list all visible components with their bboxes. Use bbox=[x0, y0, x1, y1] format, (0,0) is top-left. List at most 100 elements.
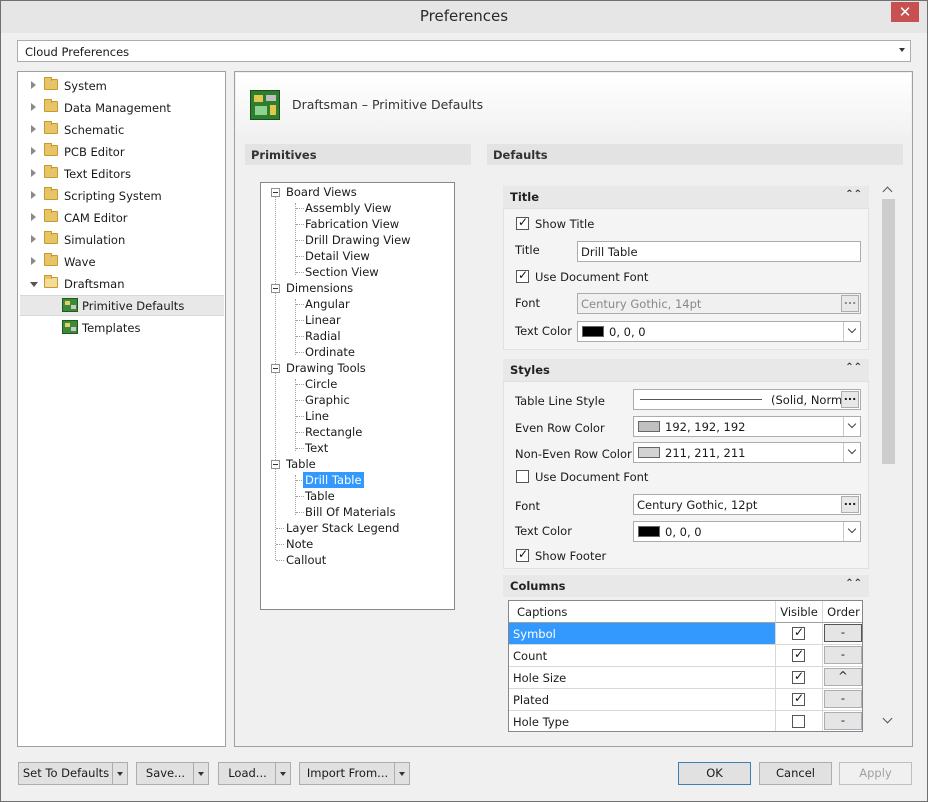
tree-node-radial[interactable]: Radial bbox=[305, 328, 341, 344]
visible-checkbox[interactable] bbox=[792, 625, 805, 640]
nav-item-text-editors[interactable]: Text Editors bbox=[20, 164, 220, 184]
tree-node-board-views[interactable]: Board Views bbox=[286, 184, 357, 200]
nav-item-system[interactable]: System bbox=[20, 76, 220, 96]
nav-item-wave[interactable]: Wave bbox=[20, 252, 220, 272]
visible-checkbox[interactable] bbox=[792, 647, 805, 662]
tree-node-graphic[interactable]: Graphic bbox=[305, 392, 350, 408]
visible-checkbox[interactable] bbox=[792, 691, 805, 706]
tree-node-linear[interactable]: Linear bbox=[305, 312, 341, 328]
order-button[interactable]: - bbox=[824, 624, 862, 642]
visible-checkbox[interactable] bbox=[792, 669, 805, 684]
expand-arrow-icon[interactable] bbox=[31, 169, 36, 177]
collapse-icon[interactable] bbox=[271, 460, 280, 469]
styles-group-header[interactable]: Styles ⌃⌃ bbox=[503, 359, 869, 381]
expand-arrow-icon[interactable] bbox=[31, 191, 36, 199]
tree-node-angular[interactable]: Angular bbox=[305, 296, 350, 312]
collapse-up-icon[interactable]: ⌃⌃ bbox=[845, 189, 862, 200]
collapse-up-icon[interactable]: ⌃⌃ bbox=[845, 362, 862, 373]
ellipsis-button[interactable]: ... bbox=[841, 295, 859, 312]
table-row-caption[interactable]: Symbol bbox=[509, 623, 775, 645]
tree-node-assembly-view[interactable]: Assembly View bbox=[305, 200, 391, 216]
captions-column-header[interactable]: Captions bbox=[509, 601, 775, 623]
title-text-color-dropdown[interactable]: 0, 0, 0 bbox=[577, 321, 861, 342]
chevron-down-icon[interactable] bbox=[843, 322, 860, 341]
nav-item-primitive-defaults[interactable]: Primitive Defaults bbox=[20, 296, 220, 316]
collapse-up-icon[interactable]: ⌃⌃ bbox=[845, 578, 862, 589]
load-button[interactable]: Load... bbox=[218, 762, 291, 785]
expand-arrow-icon[interactable] bbox=[31, 125, 36, 133]
import-from-button[interactable]: Import From... bbox=[299, 762, 410, 785]
order-button[interactable]: ^ bbox=[824, 668, 862, 686]
ok-button[interactable]: OK bbox=[678, 762, 751, 785]
tree-node-table[interactable]: Table bbox=[305, 488, 335, 504]
tree-node-note[interactable]: Note bbox=[286, 536, 313, 552]
tree-node-table-group[interactable]: Table bbox=[286, 456, 316, 472]
tree-node-ordinate[interactable]: Ordinate bbox=[305, 344, 355, 360]
show-footer-checkbox[interactable] bbox=[516, 547, 529, 562]
set-to-defaults-button[interactable]: Set To Defaults bbox=[18, 762, 128, 785]
table-row-caption[interactable]: Hole Type bbox=[509, 711, 775, 731]
nav-item-data-management[interactable]: Data Management bbox=[20, 98, 220, 118]
tree-node-rectangle[interactable]: Rectangle bbox=[305, 424, 362, 440]
order-button[interactable]: - bbox=[824, 646, 862, 664]
tree-node-drawing-tools[interactable]: Drawing Tools bbox=[286, 360, 366, 376]
visible-checkbox[interactable] bbox=[792, 715, 805, 728]
apply-button[interactable]: Apply bbox=[839, 762, 912, 785]
styles-text-color-dropdown[interactable]: 0, 0, 0 bbox=[633, 521, 861, 542]
scroll-down-icon[interactable] bbox=[882, 713, 893, 724]
nav-item-draftsman[interactable]: Draftsman bbox=[20, 274, 220, 294]
expand-arrow-icon[interactable] bbox=[31, 147, 36, 155]
tree-node-drill-drawing-view[interactable]: Drill Drawing View bbox=[305, 232, 411, 248]
tree-node-dimensions[interactable]: Dimensions bbox=[286, 280, 353, 296]
collapse-icon[interactable] bbox=[271, 284, 280, 293]
styles-use-document-font-checkbox[interactable] bbox=[516, 470, 529, 483]
dropdown-arrow-icon[interactable] bbox=[394, 763, 409, 784]
columns-group-header[interactable]: Columns ⌃⌃ bbox=[503, 575, 869, 597]
tree-node-circle[interactable]: Circle bbox=[305, 376, 337, 392]
defaults-scrollbar[interactable] bbox=[880, 181, 897, 731]
expand-arrow-icon[interactable] bbox=[31, 213, 36, 221]
tree-node-line[interactable]: Line bbox=[305, 408, 329, 424]
nav-item-simulation[interactable]: Simulation bbox=[20, 230, 220, 250]
tree-node-callout[interactable]: Callout bbox=[286, 552, 326, 568]
tree-node-layer-stack-legend[interactable]: Layer Stack Legend bbox=[286, 520, 399, 536]
use-document-font-checkbox[interactable] bbox=[516, 268, 529, 283]
cancel-button[interactable]: Cancel bbox=[759, 762, 832, 785]
expand-arrow-icon[interactable] bbox=[31, 103, 36, 111]
non-even-row-color-dropdown[interactable]: 211, 211, 211 bbox=[633, 442, 861, 463]
scroll-up-icon[interactable] bbox=[882, 186, 893, 197]
expand-arrow-icon[interactable] bbox=[31, 81, 36, 89]
cloud-preferences-combo[interactable]: Cloud Preferences bbox=[17, 40, 911, 62]
tree-node-drill-table[interactable]: Drill Table bbox=[303, 472, 364, 488]
dropdown-arrow-icon[interactable] bbox=[112, 763, 127, 784]
close-button[interactable]: ✕ bbox=[891, 2, 919, 22]
chevron-down-icon[interactable] bbox=[843, 417, 860, 436]
tree-node-section-view[interactable]: Section View bbox=[305, 264, 379, 280]
table-row-caption[interactable]: Count bbox=[509, 645, 775, 667]
ellipsis-button[interactable]: ... bbox=[841, 496, 859, 513]
nav-item-scripting-system[interactable]: Scripting System bbox=[20, 186, 220, 206]
order-column-header[interactable]: Order bbox=[822, 601, 862, 623]
title-group-header[interactable]: Title ⌃⌃ bbox=[503, 186, 869, 208]
expand-arrow-icon[interactable] bbox=[31, 235, 36, 243]
tree-node-bill-of-materials[interactable]: Bill Of Materials bbox=[305, 504, 396, 520]
chevron-down-icon[interactable] bbox=[843, 522, 860, 541]
chevron-down-icon[interactable] bbox=[843, 443, 860, 462]
table-row-caption[interactable]: Hole Size bbox=[509, 667, 775, 689]
order-button[interactable]: - bbox=[824, 712, 862, 730]
even-row-color-dropdown[interactable]: 192, 192, 192 bbox=[633, 416, 861, 437]
collapse-arrow-icon[interactable] bbox=[30, 282, 38, 287]
nav-item-cam-editor[interactable]: CAM Editor bbox=[20, 208, 220, 228]
table-line-style-field[interactable]: (Solid, Normal) ... bbox=[633, 389, 861, 410]
tree-node-text[interactable]: Text bbox=[305, 440, 328, 456]
collapse-icon[interactable] bbox=[271, 188, 280, 197]
show-title-checkbox[interactable] bbox=[516, 215, 529, 230]
dropdown-arrow-icon[interactable] bbox=[275, 763, 290, 784]
visible-column-header[interactable]: Visible bbox=[775, 601, 822, 623]
styles-font-field[interactable]: Century Gothic, 12pt... bbox=[633, 494, 861, 515]
collapse-icon[interactable] bbox=[271, 364, 280, 373]
expand-arrow-icon[interactable] bbox=[31, 257, 36, 265]
order-button[interactable]: - bbox=[824, 690, 862, 708]
nav-item-pcb-editor[interactable]: PCB Editor bbox=[20, 142, 220, 162]
tree-node-fabrication-view[interactable]: Fabrication View bbox=[305, 216, 399, 232]
